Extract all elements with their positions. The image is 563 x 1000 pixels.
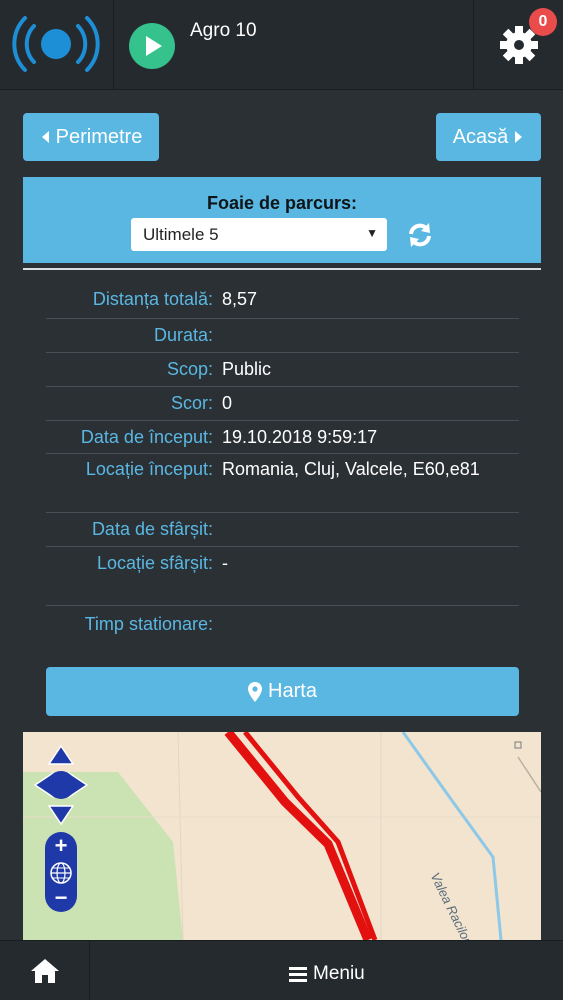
map-canvas (23, 732, 541, 940)
menu-button-label: Meniu (313, 963, 365, 984)
settings-button[interactable]: 0 (473, 0, 563, 90)
zoom-in-button[interactable]: + (45, 834, 77, 858)
detail-label: Scor: (170, 393, 213, 413)
device-name: Agro 10 (190, 20, 257, 41)
chevron-left-icon (41, 131, 49, 143)
detail-label: Locație sfârșit: (96, 553, 213, 573)
map-zoom-control[interactable]: + − (45, 832, 77, 912)
route-map[interactable]: Valea Racilor + − (23, 732, 541, 940)
detail-value: 19.10.2018 9:59:17 (222, 427, 378, 447)
refresh-button[interactable] (403, 218, 437, 252)
pan-down-icon[interactable] (47, 805, 75, 826)
detail-row-idle-time: Timp stationare: (46, 606, 519, 644)
detail-value: Public (222, 359, 272, 379)
trip-range-select-value: Ultimele 5 (143, 225, 219, 244)
play-button[interactable] (129, 23, 175, 69)
home-nav-button-label: Acasă (452, 125, 509, 148)
detail-label: Scop: (166, 359, 213, 379)
map-pan-control[interactable] (33, 744, 89, 826)
zoom-out-button[interactable]: − (45, 887, 77, 909)
pan-up-icon[interactable] (47, 744, 75, 765)
detail-label: Data de început: (80, 427, 213, 447)
detail-row-score: Scor: 0 (46, 387, 519, 421)
detail-value: - (222, 553, 228, 573)
panel-divider (23, 268, 541, 270)
notification-badge: 0 (529, 8, 557, 36)
detail-label: Data de sfârșit: (91, 519, 213, 539)
home-button[interactable] (0, 941, 90, 1000)
signal-broadcast-icon (12, 16, 100, 72)
detail-label: Durata: (153, 325, 213, 345)
globe-icon[interactable] (45, 859, 77, 887)
detail-value: Romania, Cluj, Valcele, E60,e81 (222, 459, 480, 479)
detail-label: Locație început: (85, 459, 213, 479)
detail-row-scope: Scop: Public (46, 353, 519, 387)
trip-sheet-title: Foaie de parcurs: (206, 193, 358, 213)
map-button[interactable]: Harta (46, 667, 519, 716)
detail-value: 8,57 (222, 289, 258, 309)
detail-value: 0 (222, 393, 233, 413)
detail-row-duration: Durata: (46, 319, 519, 353)
refresh-icon (409, 223, 431, 247)
chevron-right-icon (515, 131, 523, 143)
menu-button[interactable]: Meniu (289, 963, 365, 985)
perimeters-button[interactable]: Perimetre (23, 113, 159, 161)
logo-cell[interactable] (0, 0, 114, 90)
map-button-label: Harta (268, 680, 317, 702)
detail-label: Timp stationare: (84, 614, 213, 634)
top-bar: Agro 10 0 (0, 0, 563, 90)
map-marker-icon (248, 681, 263, 702)
home-icon (30, 959, 59, 983)
detail-row-start-location: Locație început: Romania, Cluj, Valcele,… (46, 454, 519, 513)
trip-range-select[interactable]: Ultimele 5 ▼ (131, 218, 387, 251)
detail-row-end-date: Data de sfârșit: (46, 513, 519, 547)
bottom-bar: Meniu (0, 940, 563, 1000)
detail-row-end-location: Locație sfârșit: - (46, 547, 519, 606)
trip-sheet-header: Foaie de parcurs: Ultimele 5 ▼ (23, 177, 541, 263)
detail-label: Distanța totală: (92, 289, 213, 309)
play-icon (146, 36, 162, 56)
caret-down-icon: ▼ (366, 226, 378, 240)
perimeters-button-label: Perimetre (55, 125, 143, 148)
home-nav-button[interactable]: Acasă (436, 113, 541, 161)
detail-row-start-date: Data de început: 19.10.2018 9:59:17 (46, 421, 519, 454)
hamburger-icon (289, 967, 307, 982)
detail-row-distance: Distanța totală: 8,57 (46, 284, 519, 319)
